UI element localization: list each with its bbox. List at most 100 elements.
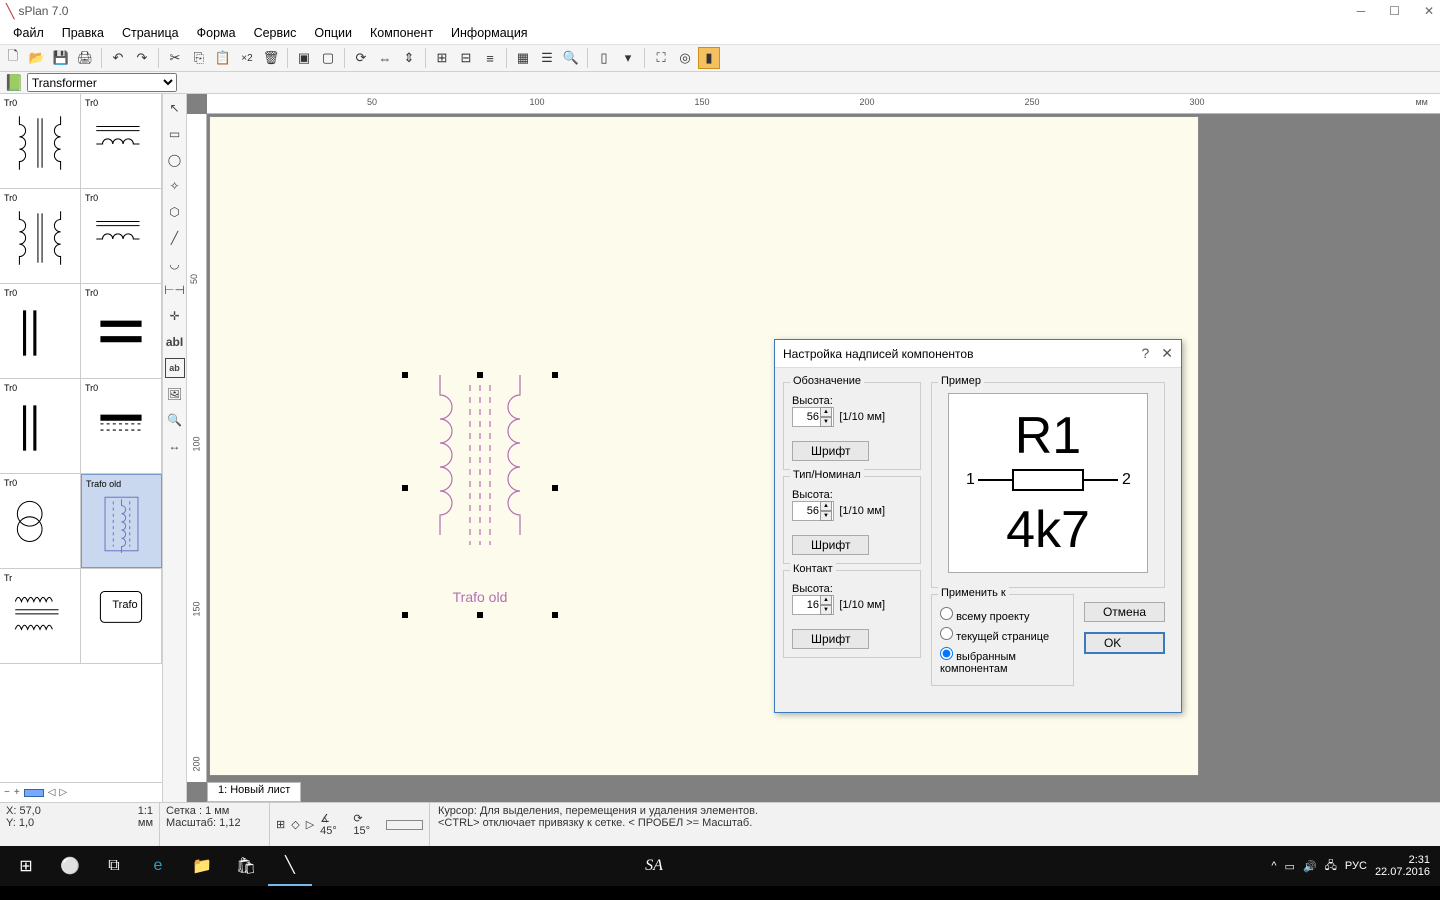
fullview-icon[interactable]: ⛶	[650, 47, 672, 69]
zoom-tool[interactable]: 🔍	[165, 410, 185, 430]
search-icon[interactable]: ⚪	[48, 846, 92, 886]
applyto-option-2[interactable]: выбранным компонентам	[940, 645, 1065, 677]
ok-button[interactable]: OK	[1084, 632, 1165, 654]
grid-icon[interactable]: ⊞	[276, 818, 285, 831]
spin-up-icon[interactable]: ▲	[820, 407, 832, 417]
fliph-icon[interactable]: ⇔	[374, 47, 396, 69]
arc-tool[interactable]: ◡	[165, 254, 185, 274]
line-tool[interactable]: ╱	[165, 228, 185, 248]
circle-tool[interactable]: ◯	[165, 150, 185, 170]
palette-item[interactable]: Trafo old	[81, 474, 162, 568]
poly-tool[interactable]: ⬡	[165, 202, 185, 222]
applyto-option-0[interactable]: всему проекту	[940, 605, 1065, 625]
text-tool[interactable]: abI	[165, 332, 185, 352]
paste-icon[interactable]: 📋	[212, 47, 234, 69]
type-font-button[interactable]: Шрифт	[792, 535, 869, 555]
undo-icon[interactable]: ↶	[107, 47, 129, 69]
zoom-out-icon[interactable]: −	[4, 787, 10, 798]
ungroup-icon[interactable]: ⊟	[455, 47, 477, 69]
rotate-icon[interactable]: ⟳	[350, 47, 372, 69]
node-tool[interactable]: ✛	[165, 306, 185, 326]
applyto-option-1[interactable]: текущей странице	[940, 625, 1065, 645]
minimize-button[interactable]: ─	[1357, 4, 1366, 18]
pointer-tool[interactable]: ↖	[165, 98, 185, 118]
palette-item[interactable]: Tr0	[81, 94, 162, 188]
palette-item[interactable]: Tr0	[0, 284, 81, 378]
new-icon[interactable]: 🗋	[2, 47, 24, 69]
tray-sound-icon[interactable]: 🔊	[1303, 860, 1317, 873]
measure-tool[interactable]: ↔	[165, 436, 185, 456]
selected-component[interactable]: Trafo old	[405, 375, 555, 615]
page-tab[interactable]: 1: Новый лист	[207, 782, 301, 802]
palette-item[interactable]: Tr0	[81, 379, 162, 473]
spin-down-icon[interactable]: ▼	[820, 511, 832, 521]
tray-lang[interactable]: РУС	[1345, 860, 1367, 872]
spin-up-icon[interactable]: ▲	[820, 595, 832, 605]
dropdown-icon[interactable]: ▾	[617, 47, 639, 69]
spin-up-icon[interactable]: ▲	[820, 501, 832, 511]
list-icon[interactable]: ☰	[536, 47, 558, 69]
menu-options[interactable]: Опции	[305, 26, 361, 40]
palette-item[interactable]: Tr	[0, 569, 81, 663]
spin-down-icon[interactable]: ▼	[820, 417, 832, 427]
splan-task-icon[interactable]: ╲	[268, 846, 312, 886]
tray-date[interactable]: 22.07.2016	[1375, 866, 1430, 878]
image-tool[interactable]: 🖼	[165, 384, 185, 404]
category-select[interactable]: Transformer	[27, 73, 177, 92]
zoom-in-icon[interactable]: +	[14, 787, 20, 798]
open-icon[interactable]: 📂	[26, 47, 48, 69]
angle15-button[interactable]: ⟳ 15°	[353, 812, 380, 837]
front-icon[interactable]: ▣	[293, 47, 315, 69]
tray-network-icon[interactable]: 🖧	[1325, 857, 1337, 876]
center-icon[interactable]: ◎	[674, 47, 696, 69]
explorer-icon[interactable]: 📁	[180, 846, 224, 886]
angle45-button[interactable]: ∡ 45°	[320, 812, 347, 837]
close-button[interactable]: ✕	[1424, 4, 1434, 18]
palette-item[interactable]: Tr0	[0, 189, 81, 283]
menu-page[interactable]: Страница	[113, 26, 188, 40]
print-icon[interactable]: 🖨	[74, 47, 96, 69]
textbox-tool[interactable]: ab	[165, 358, 185, 378]
zoom-right-icon[interactable]: ▷	[59, 787, 67, 798]
sa-tray-icon[interactable]: SA	[632, 846, 676, 886]
ortho-icon[interactable]: ▷	[306, 818, 314, 831]
zoom-slider[interactable]	[24, 789, 44, 797]
contact-font-button[interactable]: Шрифт	[792, 629, 869, 649]
menu-form[interactable]: Форма	[188, 26, 245, 40]
zoom-left-icon[interactable]: ◁	[48, 787, 56, 798]
start-button[interactable]: ⊞	[4, 846, 48, 886]
flipv-icon[interactable]: ⇕	[398, 47, 420, 69]
redo-icon[interactable]: ↷	[131, 47, 153, 69]
menu-component[interactable]: Компонент	[361, 26, 442, 40]
marker-icon[interactable]: ▮	[698, 47, 720, 69]
save-icon[interactable]: 💾	[50, 47, 72, 69]
group-icon[interactable]: ⊞	[431, 47, 453, 69]
palette-item[interactable]: Tr0	[81, 284, 162, 378]
palette-item[interactable]: Tr0	[81, 189, 162, 283]
taskview-icon[interactable]: ⧉	[92, 846, 136, 886]
palette-item[interactable]: Tr0	[0, 379, 81, 473]
store-icon[interactable]: 🛍	[224, 846, 268, 886]
align-icon[interactable]: ≡	[479, 47, 501, 69]
delete-icon[interactable]: 🗑	[260, 47, 282, 69]
designation-font-button[interactable]: Шрифт	[792, 441, 869, 461]
rect-tool[interactable]: ▭	[165, 124, 185, 144]
tray-time[interactable]: 2:31	[1375, 854, 1430, 866]
edge-icon[interactable]: e	[136, 846, 180, 886]
cancel-button[interactable]: Отмена	[1084, 602, 1165, 622]
maximize-button[interactable]: ☐	[1389, 4, 1400, 18]
cut-icon[interactable]: ✂	[164, 47, 186, 69]
shape-tool[interactable]: ✧	[165, 176, 185, 196]
copy-icon[interactable]: ⎘	[188, 47, 210, 69]
duplicate-icon[interactable]: ×2	[236, 47, 258, 69]
menu-file[interactable]: Файл	[4, 26, 53, 40]
palette-item[interactable]: Tr0	[0, 94, 81, 188]
back-icon[interactable]: ▢	[317, 47, 339, 69]
tray-battery-icon[interactable]: ▭	[1285, 860, 1295, 873]
search-icon[interactable]: 🔍	[560, 47, 582, 69]
dialog-close-icon[interactable]: ✕	[1161, 345, 1173, 362]
snap-icon[interactable]: ◇	[291, 818, 299, 831]
dialog-help-icon[interactable]: ?	[1141, 345, 1149, 362]
component-icon[interactable]: ▦	[512, 47, 534, 69]
tray-chevron-icon[interactable]: ^	[1271, 860, 1276, 872]
